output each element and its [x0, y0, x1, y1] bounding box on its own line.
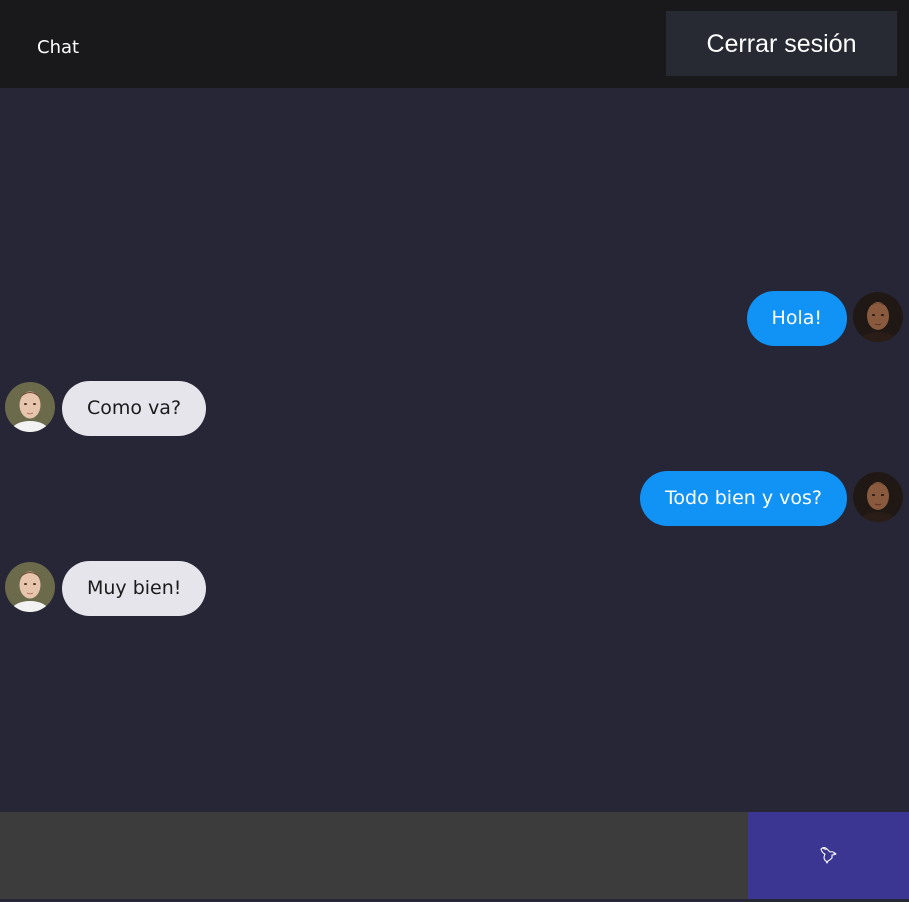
chat-page: Chat Cerrar sesión Hola! Como va? Todo b… [0, 0, 909, 902]
send-button[interactable] [748, 812, 909, 899]
dove-icon [818, 843, 840, 868]
message-row: Hola! [0, 290, 909, 346]
logout-button[interactable]: Cerrar sesión [666, 11, 897, 76]
message-row: Como va? [0, 380, 909, 436]
contact-avatar[interactable] [5, 562, 55, 612]
message-row: Muy bien! [0, 560, 909, 616]
page-title: Chat [37, 37, 80, 58]
top-bar: Chat Cerrar sesión [0, 0, 909, 88]
message-bubble-received: Muy bien! [62, 561, 207, 616]
my-avatar[interactable] [853, 472, 903, 522]
message-bubble-received: Como va? [62, 381, 207, 436]
contact-avatar[interactable] [5, 382, 55, 432]
message-input[interactable] [0, 812, 748, 899]
message-bubble-sent: Todo bien y vos? [640, 471, 847, 526]
message-list[interactable]: Hola! Como va? Todo bien y vos? Muy bien… [0, 88, 909, 812]
message-row: Todo bien y vos? [0, 470, 909, 526]
message-composer [0, 812, 909, 902]
message-bubble-sent: Hola! [746, 291, 847, 346]
my-avatar[interactable] [853, 292, 903, 342]
